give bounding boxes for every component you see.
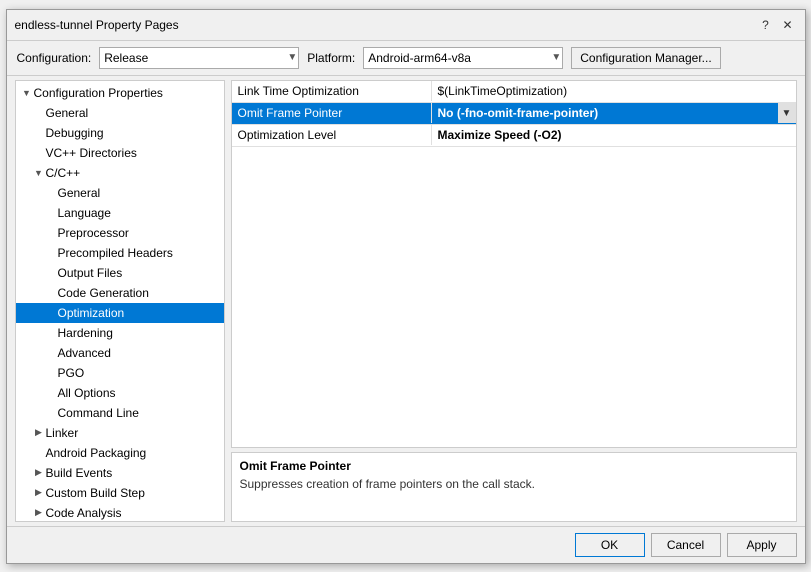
prop-value-opt-level: Maximize Speed (-O2) (432, 125, 796, 145)
tree-label-config-props: Configuration Properties (34, 86, 163, 100)
tree-item-all-options[interactable]: All Options (16, 383, 224, 403)
tree-item-general[interactable]: General (16, 103, 224, 123)
tree-expander-build-events: ▶ (32, 466, 46, 480)
tree-label-code-gen: Code Generation (58, 286, 149, 300)
tree-label-cpp-general: General (58, 186, 101, 200)
tree-label-command-line: Command Line (58, 406, 139, 420)
tree-label-all-options: All Options (58, 386, 116, 400)
apply-button[interactable]: Apply (727, 533, 797, 557)
prop-dropdown-omit-frame-ptr[interactable]: ▼ (778, 103, 796, 123)
configuration-select-wrapper: Release ▼ (99, 47, 299, 69)
title-bar: endless-tunnel Property Pages ? ✕ (7, 10, 805, 41)
prop-name-omit-frame-ptr: Omit Frame Pointer (232, 103, 432, 123)
main-area: ▼Configuration PropertiesGeneralDebuggin… (7, 76, 805, 526)
prop-name-link-time-opt: Link Time Optimization (232, 81, 432, 101)
tree-expander-code-analysis: ▶ (32, 506, 46, 520)
tree-label-language: Language (58, 206, 111, 220)
tree-label-linker: Linker (46, 426, 79, 440)
tree-item-android-pkg[interactable]: Android Packaging (16, 443, 224, 463)
prop-value-omit-frame-ptr: No (-fno-omit-frame-pointer) (432, 103, 778, 123)
tree-item-language[interactable]: Language (16, 203, 224, 223)
tree-expander-cpp: ▼ (32, 166, 46, 180)
tree-label-hardening: Hardening (58, 326, 113, 340)
tree-label-general: General (46, 106, 89, 120)
prop-value-link-time-opt: $(LinkTimeOptimization) (432, 81, 796, 101)
tree-item-vc-dirs[interactable]: VC++ Directories (16, 143, 224, 163)
tree-label-vc-dirs: VC++ Directories (46, 146, 137, 160)
tree-item-debugging[interactable]: Debugging (16, 123, 224, 143)
platform-select-wrapper: Android-arm64-v8a ▼ (363, 47, 563, 69)
tree-item-code-analysis[interactable]: ▶Code Analysis (16, 503, 224, 522)
ok-button[interactable]: OK (575, 533, 645, 557)
tree-label-optimization: Optimization (58, 306, 125, 320)
prop-name-opt-level: Optimization Level (232, 125, 432, 145)
tree-item-code-gen[interactable]: Code Generation (16, 283, 224, 303)
tree-item-hardening[interactable]: Hardening (16, 323, 224, 343)
tree-label-preprocessor: Preprocessor (58, 226, 129, 240)
right-panel: Link Time Optimization$(LinkTimeOptimiza… (231, 80, 797, 522)
tree-expander-linker: ▶ (32, 426, 46, 440)
tree-item-custom-build[interactable]: ▶Custom Build Step (16, 483, 224, 503)
button-bar: OK Cancel Apply (7, 526, 805, 563)
tree-item-precompiled[interactable]: Precompiled Headers (16, 243, 224, 263)
prop-row-opt-level[interactable]: Optimization LevelMaximize Speed (-O2) (232, 125, 796, 147)
tree-item-pgo[interactable]: PGO (16, 363, 224, 383)
tree-item-output-files[interactable]: Output Files (16, 263, 224, 283)
tree-item-cpp-general[interactable]: General (16, 183, 224, 203)
properties-table: Link Time Optimization$(LinkTimeOptimiza… (231, 80, 797, 448)
cancel-button[interactable]: Cancel (651, 533, 721, 557)
tree-label-custom-build: Custom Build Step (46, 486, 145, 500)
tree-label-pgo: PGO (58, 366, 85, 380)
tree-panel: ▼Configuration PropertiesGeneralDebuggin… (15, 80, 225, 522)
configuration-select[interactable]: Release (99, 47, 299, 69)
platform-select[interactable]: Android-arm64-v8a (363, 47, 563, 69)
tree-label-debugging: Debugging (46, 126, 104, 140)
help-button[interactable]: ? (757, 16, 775, 34)
configuration-label: Configuration: (17, 51, 92, 65)
platform-label: Platform: (307, 51, 355, 65)
tree-item-build-events[interactable]: ▶Build Events (16, 463, 224, 483)
description-title: Omit Frame Pointer (240, 459, 788, 473)
description-panel: Omit Frame Pointer Suppresses creation o… (231, 452, 797, 522)
tree-item-config-props[interactable]: ▼Configuration Properties (16, 83, 224, 103)
configuration-manager-button[interactable]: Configuration Manager... (571, 47, 720, 69)
tree-item-cpp[interactable]: ▼C/C++ (16, 163, 224, 183)
tree-item-command-line[interactable]: Command Line (16, 403, 224, 423)
tree-item-advanced[interactable]: Advanced (16, 343, 224, 363)
tree-label-precompiled: Precompiled Headers (58, 246, 173, 260)
tree-item-preprocessor[interactable]: Preprocessor (16, 223, 224, 243)
tree-label-code-analysis: Code Analysis (46, 506, 122, 520)
config-bar: Configuration: Release ▼ Platform: Andro… (7, 41, 805, 76)
tree-label-advanced: Advanced (58, 346, 111, 360)
property-pages-dialog: endless-tunnel Property Pages ? ✕ Config… (6, 9, 806, 564)
tree-expander-config-props: ▼ (20, 86, 34, 100)
tree-expander-custom-build: ▶ (32, 486, 46, 500)
tree-item-linker[interactable]: ▶Linker (16, 423, 224, 443)
tree-label-android-pkg: Android Packaging (46, 446, 147, 460)
tree-item-optimization[interactable]: Optimization (16, 303, 224, 323)
tree-label-build-events: Build Events (46, 466, 113, 480)
description-text: Suppresses creation of frame pointers on… (240, 477, 788, 491)
tree-label-cpp: C/C++ (46, 166, 81, 180)
dialog-title: endless-tunnel Property Pages (15, 18, 179, 32)
prop-row-omit-frame-ptr[interactable]: Omit Frame PointerNo (-fno-omit-frame-po… (232, 103, 796, 125)
close-button[interactable]: ✕ (779, 16, 797, 34)
tree-label-output-files: Output Files (58, 266, 123, 280)
title-bar-buttons: ? ✕ (757, 16, 797, 34)
prop-row-link-time-opt[interactable]: Link Time Optimization$(LinkTimeOptimiza… (232, 81, 796, 103)
